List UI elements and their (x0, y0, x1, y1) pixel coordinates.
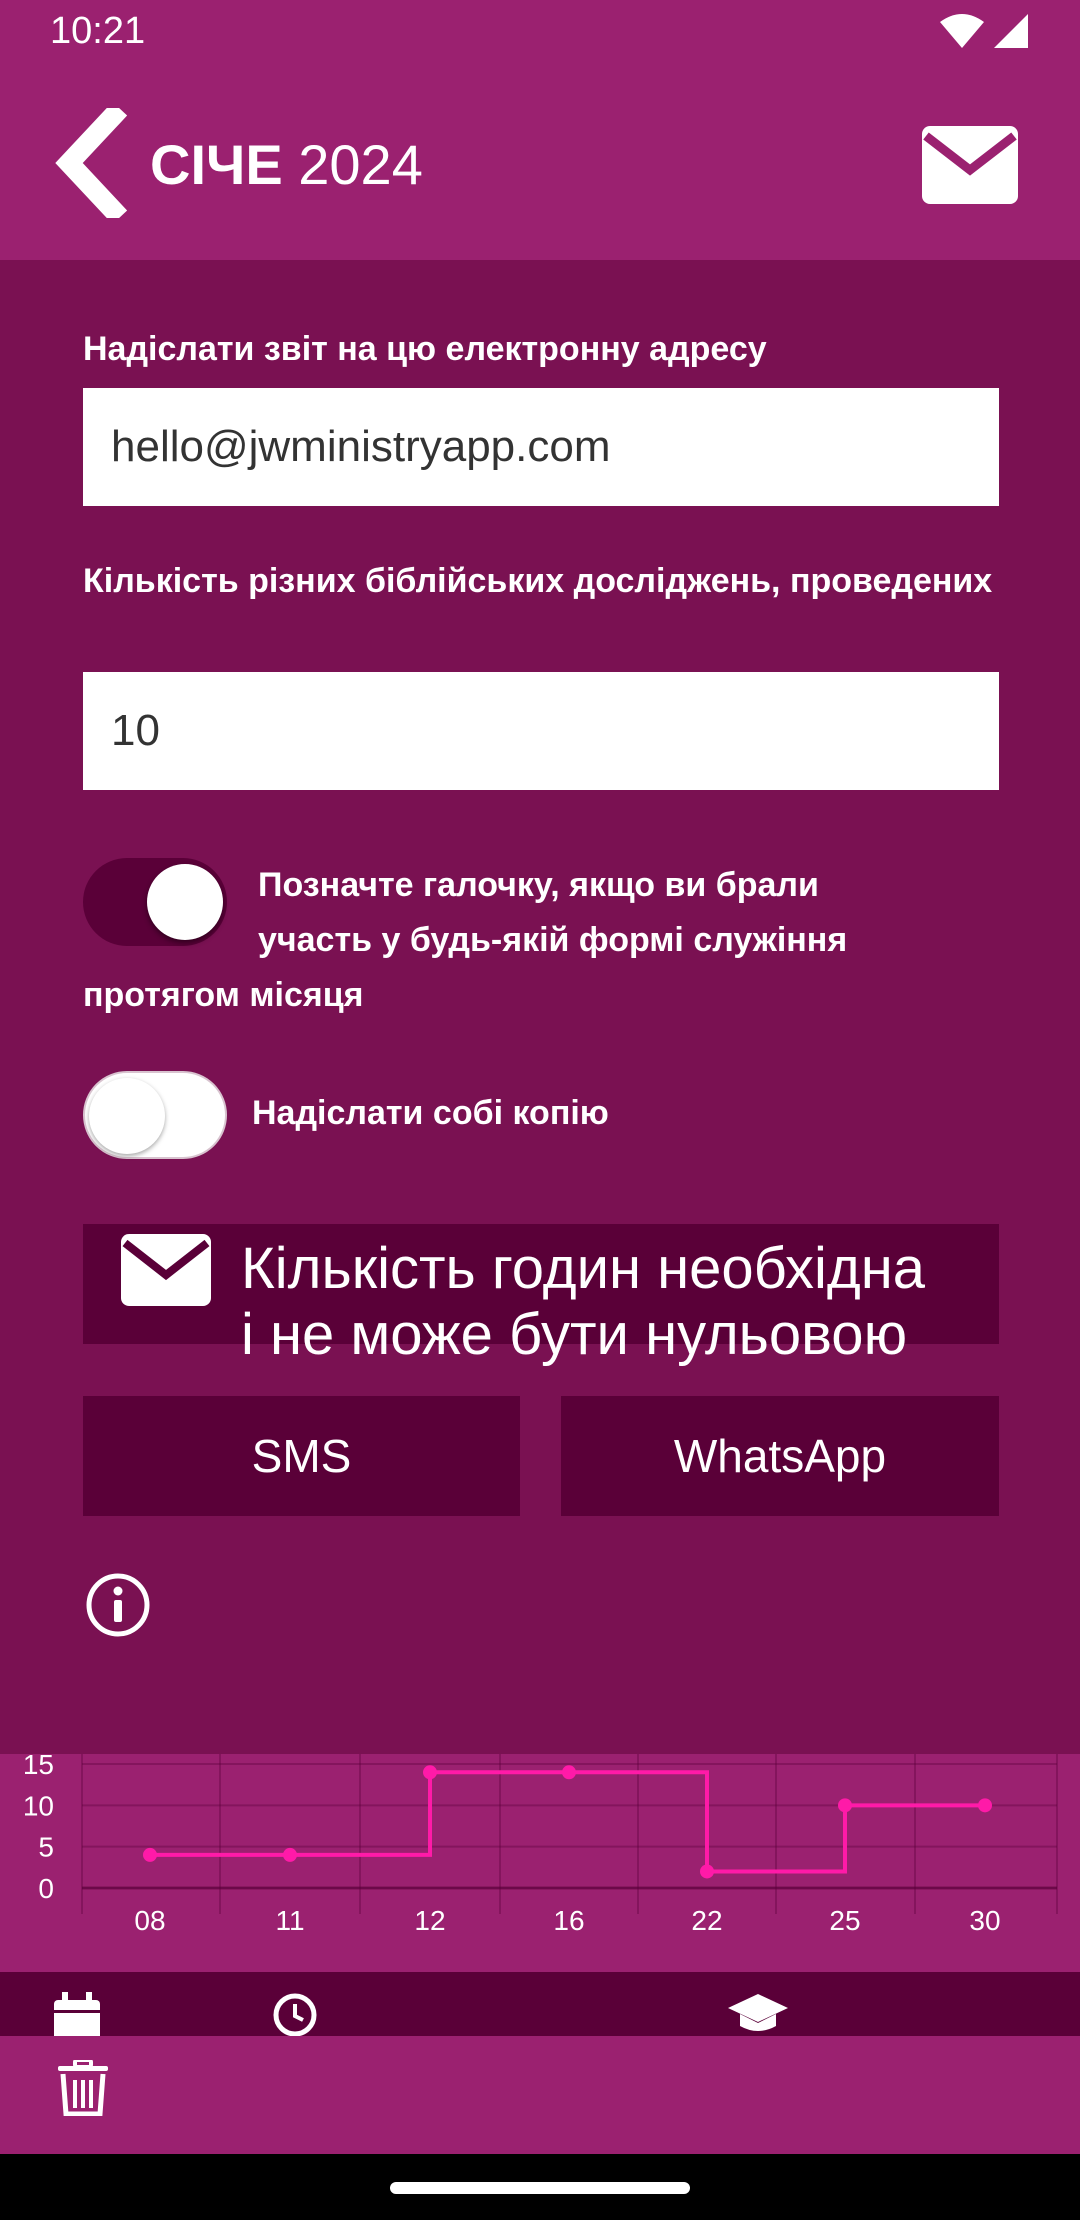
chart-point (283, 1847, 297, 1862)
wifi-icon (940, 14, 984, 48)
graduation-cap-icon[interactable] (726, 1992, 790, 2036)
envelope-icon (121, 1234, 211, 1306)
title-year: 2024 (298, 133, 423, 196)
chart-point (700, 1864, 714, 1879)
hours-chart: 0 5 10 15 08 11 12 16 22 25 30 (0, 1749, 1080, 1972)
chart-x-tick-label: 16 (553, 1905, 584, 1936)
participation-toggle[interactable] (83, 858, 227, 946)
calendar-icon[interactable] (52, 1992, 102, 2036)
chart-x-tick-label: 08 (134, 1905, 165, 1936)
app-bar: СІЧЕ 2024 (0, 70, 1080, 260)
chart-point (143, 1847, 157, 1862)
app-root: 10:21 СІЧЕ 2024 Надіслати звіт на цю еле… (0, 0, 1080, 2220)
send-copy-label: Надіслати собі копію (252, 1094, 609, 1132)
toggle-knob (147, 864, 223, 940)
info-circle-icon[interactable] (85, 1572, 151, 1638)
send-email-button-text: Кількість годин необхідна і не може бути… (241, 1236, 1080, 1368)
home-indicator[interactable] (390, 2182, 690, 2194)
chart-series-line (150, 1770, 985, 1874)
send-email-button[interactable]: Кількість годин необхідна і не може бути… (83, 1224, 999, 1367)
chart-point (423, 1765, 437, 1780)
chart-y-tick-label: 0 (38, 1873, 54, 1904)
participation-label-line2: участь у будь-якій формі служіння (258, 921, 848, 959)
signal-icon (994, 14, 1028, 48)
chart-point (838, 1798, 852, 1813)
participation-label-line1: Позначте галочку, якщо ви брали (258, 866, 819, 904)
chart-x-tick-label: 22 (691, 1905, 722, 1936)
email-input[interactable] (83, 388, 999, 506)
trash-icon[interactable] (58, 2060, 108, 2116)
studies-input[interactable] (83, 672, 999, 790)
chart-point (562, 1765, 576, 1780)
clock-icon[interactable] (272, 1992, 318, 2036)
send-copy-toggle[interactable] (83, 1071, 227, 1159)
studies-label: Кількість різних біблійських досліджень,… (83, 562, 993, 600)
chart-x-tick-label: 25 (829, 1905, 860, 1936)
chart-y-tick-label: 5 (38, 1832, 54, 1863)
whatsapp-button[interactable]: WhatsApp (561, 1396, 999, 1516)
chart-x-tick-label: 12 (414, 1905, 445, 1936)
chart-x-tick-label: 11 (275, 1905, 304, 1936)
title-month: СІЧЕ (150, 133, 283, 196)
status-icons (940, 14, 1030, 50)
participation-label-line3: протягом місяця (83, 976, 364, 1014)
system-navigation-bar (0, 2154, 1080, 2220)
sms-button[interactable]: SMS (83, 1396, 520, 1516)
send-email-line1: Кількість годин необхідна (241, 1236, 925, 1301)
chart-point (978, 1798, 992, 1813)
chart-y-tick-label: 15 (23, 1754, 54, 1780)
envelope-icon[interactable] (922, 126, 1018, 204)
bottom-navigation (0, 1972, 1080, 2036)
status-bar: 10:21 (0, 0, 1080, 70)
back-chevron-icon[interactable] (55, 108, 127, 218)
bottom-toolbar (0, 2036, 1080, 2154)
email-label: Надіслати звіт на цю електронну адресу (83, 330, 767, 368)
hours-chart-svg: 0 5 10 15 08 11 12 16 22 25 30 (23, 1749, 1058, 1936)
chart-x-tick-label: 30 (969, 1905, 1000, 1936)
send-email-line2: і не може бути нульовою (241, 1302, 908, 1367)
status-time: 10:21 (50, 10, 146, 52)
chart-y-tick-label: 10 (23, 1790, 54, 1821)
toggle-knob (89, 1078, 165, 1154)
page-title: СІЧЕ 2024 (150, 132, 423, 197)
